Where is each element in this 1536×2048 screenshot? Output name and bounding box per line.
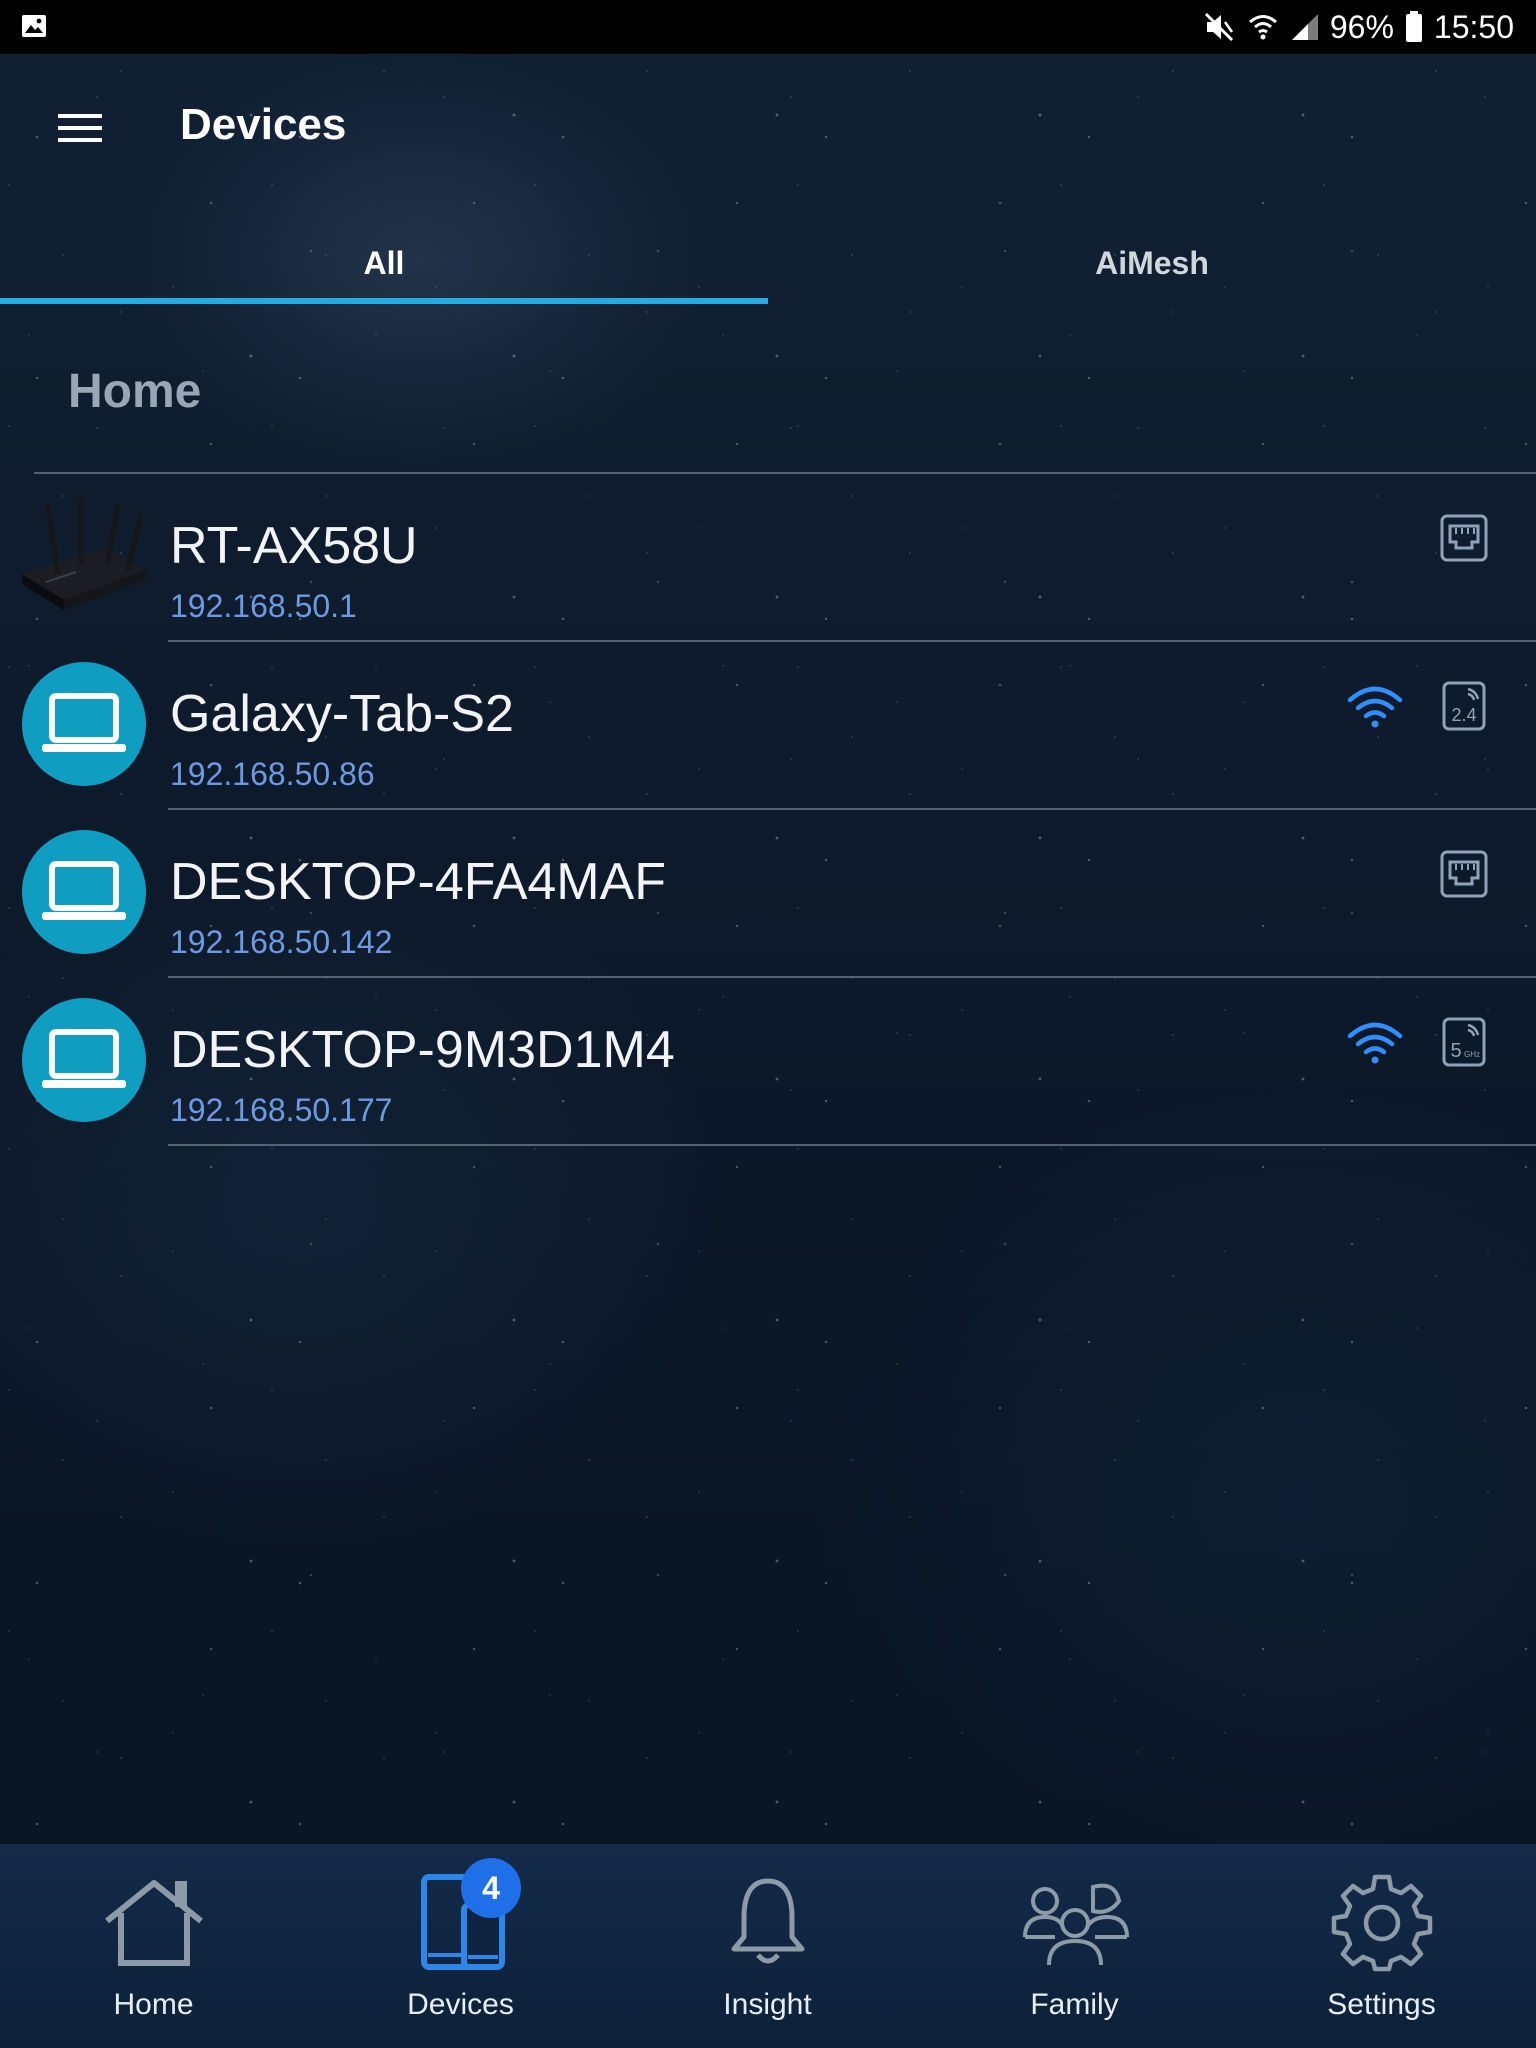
cell-signal-icon [1291,14,1318,40]
device-ip: 192.168.50.177 [170,1092,393,1128]
bottom-navigation: Home 4 Devices Insight Family Settings [0,1844,1536,2048]
nav-family[interactable]: Family [921,1844,1228,2048]
tab-all[interactable]: All [0,220,768,306]
laptop-icon [42,1029,126,1088]
page-title: Devices [180,100,347,149]
wifi-signal-icon [1248,15,1277,40]
device-name: DESKTOP-4FA4MAF [170,853,667,911]
nav-label: Family [1030,1988,1119,2021]
tab-active-indicator [0,298,768,304]
device-row-desktop-4fa4maf[interactable]: DESKTOP-4FA4MAF 192.168.50.142 [0,810,1536,978]
band-5ghz-icon: 5 GHz [1442,1017,1486,1067]
band-unit-label: GHz [1464,1050,1480,1059]
home-icon [104,1880,203,1966]
device-name: Galaxy-Tab-S2 [170,685,514,743]
section-title-home: Home [68,365,202,418]
device-name: RT-AX58U [170,517,418,575]
menu-button[interactable] [44,92,116,164]
device-ip: 192.168.50.142 [170,924,393,960]
wifi-icon [1347,1022,1403,1064]
row-divider [168,1144,1536,1146]
device-list: RT-AX58U 192.168.50.1 Galaxy-Tab-S2 192.… [0,474,1536,1146]
device-avatar [22,830,146,954]
wifi-icon [1347,686,1403,728]
nav-home[interactable]: Home [0,1844,307,2048]
hamburger-menu-icon [58,114,102,142]
nav-settings[interactable]: Settings [1228,1844,1535,2048]
status-bar: 96% 15:50 [0,0,1536,54]
family-icon [1022,1883,1129,1966]
mute-icon [1204,12,1233,42]
ethernet-icon [1440,850,1488,898]
battery-icon [1405,11,1422,42]
device-avatar [22,662,146,786]
laptop-icon [42,861,126,920]
laptop-icon [42,693,126,752]
device-avatar [22,998,146,1122]
tab-bar: All AiMesh [0,220,1536,306]
router-icon [22,498,146,610]
device-ip: 192.168.50.86 [170,756,375,792]
nav-insight[interactable]: Insight [614,1844,921,2048]
band-label: 2.4 [1451,705,1476,725]
nav-label: Home [113,1988,194,2021]
device-row-galaxy-tab[interactable]: Galaxy-Tab-S2 192.168.50.86 2.4 [0,642,1536,810]
band-2.4ghz-icon: 2.4 [1442,681,1486,731]
nav-devices[interactable]: 4 Devices [307,1844,614,2048]
bell-icon [731,1878,804,1964]
image-icon [22,15,46,37]
gear-icon [1331,1874,1432,1972]
clock: 15:50 [1433,8,1514,45]
devices-count-badge: 4 [461,1858,521,1918]
device-row-router[interactable]: RT-AX58U 192.168.50.1 [0,474,1536,642]
ethernet-icon [1440,514,1488,562]
nav-label: Settings [1327,1988,1436,2021]
band-label: 5 [1450,1040,1461,1062]
nav-label: Insight [723,1988,812,2021]
device-ip: 192.168.50.1 [170,588,357,624]
device-row-desktop-9m3d1m4[interactable]: DESKTOP-9M3D1M4 192.168.50.177 5 GHz [0,978,1536,1146]
nav-label: Devices [407,1988,514,2021]
tab-aimesh[interactable]: AiMesh [768,220,1536,306]
battery-percent: 96% [1329,8,1394,45]
device-name: DESKTOP-9M3D1M4 [170,1021,675,1079]
